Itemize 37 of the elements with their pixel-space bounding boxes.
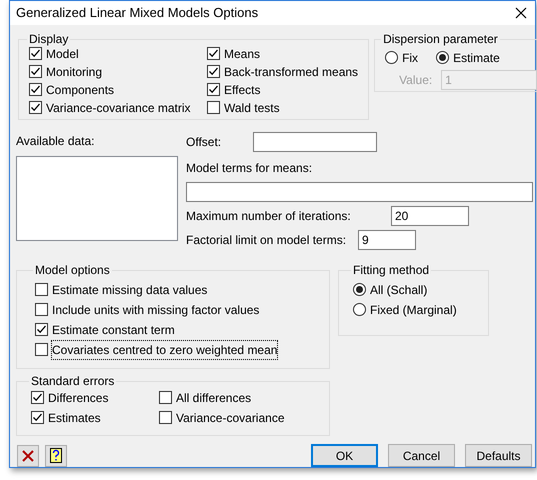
radio-label[interactable]: Fixed (Marginal): [370, 300, 457, 318]
checkbox-label[interactable]: Estimate missing data values: [52, 280, 208, 298]
dialog-button[interactable]: Cancel: [388, 444, 455, 467]
checkbox-label[interactable]: Components: [46, 80, 114, 98]
factorial-limit-field[interactable]: 9: [358, 230, 416, 250]
radio-label[interactable]: All (Schall): [370, 280, 428, 298]
model-terms-label: Model terms for means:: [186, 160, 314, 177]
radio-label[interactable]: Fix: [402, 48, 418, 66]
group-title: Dispersion parameter: [382, 33, 499, 46]
checkbox-label[interactable]: Estimate constant term: [52, 320, 175, 338]
radio-label[interactable]: Estimate: [453, 48, 500, 66]
checkbox-label[interactable]: Include units with missing factor values: [52, 300, 260, 318]
dialog-button[interactable]: OK: [311, 444, 378, 467]
checkbox-label[interactable]: Back-transformed means: [224, 62, 358, 80]
offset-label: Offset:: [186, 134, 222, 151]
value-label: Value:: [398, 72, 434, 89]
max-iterations-field[interactable]: 20: [391, 206, 469, 226]
checkbox-label[interactable]: Estimates: [48, 408, 101, 426]
checkbox-label[interactable]: Monitoring: [46, 62, 102, 80]
dialog-button[interactable]: Defaults: [465, 444, 532, 467]
checkbox-label[interactable]: Variance-covariance matrix: [46, 98, 190, 116]
available-data-label: Available data:: [16, 133, 96, 150]
checkbox-label[interactable]: Covariates centred to zero weighted mean: [52, 340, 278, 358]
group-title: Standard errors: [30, 374, 116, 388]
checkbox-label[interactable]: Effects: [224, 80, 260, 98]
factorial-limit-label: Factorial limit on model terms:: [186, 232, 348, 249]
group-title: Display: [28, 32, 70, 46]
max-iterations-label: Maximum number of iterations:: [186, 208, 352, 225]
checkbox-label[interactable]: All differences: [176, 388, 252, 406]
checkbox-label[interactable]: Means: [224, 44, 260, 62]
group-title: Model options: [34, 263, 111, 277]
checkbox-label[interactable]: Differences: [48, 388, 108, 406]
window-title: Generalized Linear Mixed Models Options: [16, 4, 258, 22]
checkbox-label[interactable]: Model: [46, 44, 79, 62]
group-title: Fitting method: [352, 263, 430, 277]
checkbox-label[interactable]: Variance-covariance: [176, 408, 284, 426]
checkbox-label[interactable]: Wald tests: [224, 98, 280, 116]
